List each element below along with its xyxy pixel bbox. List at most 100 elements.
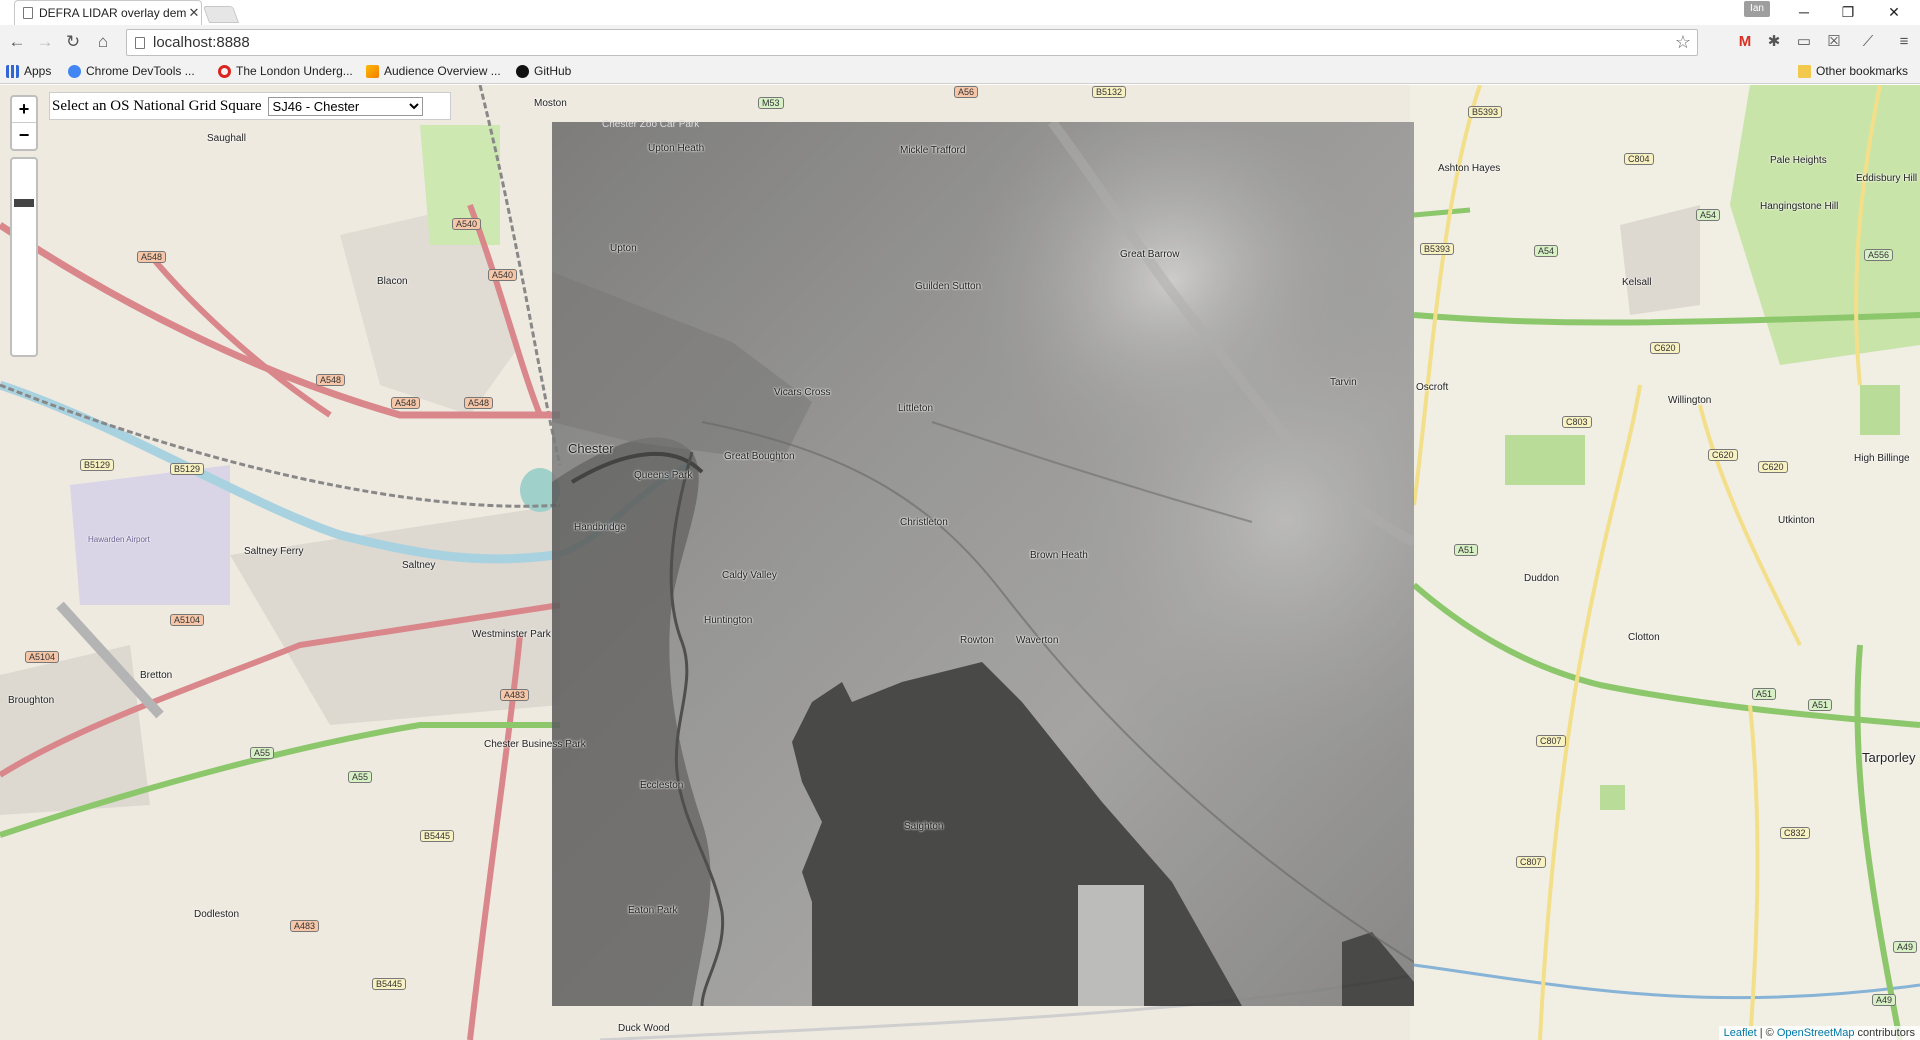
browser-tab[interactable]: DEFRA LIDAR overlay dem ✕ <box>14 0 202 25</box>
road-shield: A51 <box>1808 699 1833 711</box>
forward-icon[interactable]: → <box>34 31 56 53</box>
road-shield: B5129 <box>170 463 205 475</box>
place-label: Queens Park <box>634 470 693 481</box>
restore-button[interactable]: ❐ <box>1826 0 1870 25</box>
road-shield: A548 <box>316 374 346 386</box>
road-shield: A49 <box>1872 994 1897 1006</box>
place-label: Saighton <box>904 821 944 832</box>
place-label: Hangingstone Hill <box>1760 201 1839 212</box>
other-bookmarks[interactable]: Other bookmarks <box>1798 64 1908 78</box>
place-label: Duddon <box>1524 573 1560 584</box>
puzzle-extension-icon[interactable]: ✱ <box>1763 31 1785 53</box>
page-info-icon[interactable] <box>135 36 145 49</box>
place-label: Tarporley <box>1862 750 1916 765</box>
tab-close-button[interactable]: ✕ <box>187 5 201 21</box>
zoom-out-button[interactable]: − <box>12 123 36 149</box>
new-tab-button[interactable] <box>202 6 240 23</box>
place-label: Tarvin <box>1330 377 1357 388</box>
place-label: Hawarden Airport <box>88 535 150 544</box>
road-shield: A5104 <box>25 651 60 663</box>
place-label: Westminster Park <box>472 629 551 640</box>
road-shield: M53 <box>758 97 784 109</box>
road-shield: A55 <box>250 747 275 759</box>
bookmark-label: GitHub <box>534 64 572 78</box>
leaflet-map[interactable]: Moston Saughall Blacon Chester Zoo Car P… <box>0 85 1920 1040</box>
zoom-in-button[interactable]: + <box>12 97 36 123</box>
zoom-slider-knob[interactable] <box>14 199 34 207</box>
back-icon[interactable]: ← <box>6 31 28 53</box>
place-label: Mickle Trafford <box>900 145 966 156</box>
address-bar[interactable]: localhost:8888 ☆ <box>126 29 1698 56</box>
bookmark-devtools[interactable]: Chrome DevTools ... <box>68 64 195 78</box>
attribution-suffix: contributors <box>1854 1027 1915 1039</box>
grid-square-select[interactable]: SJ46 - Chester <box>267 96 423 116</box>
window-titlebar: DEFRA LIDAR overlay dem ✕ Ian ─ ❐ ✕ <box>0 0 1920 25</box>
place-label: Dodleston <box>194 909 240 920</box>
road-shield: A51 <box>1752 688 1777 700</box>
place-label: Chester <box>568 441 614 456</box>
url-text: localhost:8888 <box>153 34 250 51</box>
close-window-button[interactable]: ✕ <box>1872 0 1916 25</box>
menu-icon[interactable]: ≡ <box>1893 31 1915 53</box>
place-label: Willington <box>1668 395 1712 406</box>
place-label: Ashton Hayes <box>1438 163 1501 174</box>
home-icon[interactable]: ⌂ <box>92 31 114 53</box>
attribution-separator: | © <box>1756 1027 1777 1039</box>
road-shield: A51 <box>1454 544 1479 556</box>
bookmark-github[interactable]: GitHub <box>516 64 571 78</box>
place-label: Chester Zoo Car Park <box>602 119 700 130</box>
bookmark-london-underground[interactable]: The London Underg... <box>218 64 353 78</box>
road-shield: A540 <box>452 218 482 230</box>
place-label: Duck Wood <box>618 1023 670 1034</box>
place-label: Eddisbury Hill <box>1856 173 1918 184</box>
grid-square-selector: Select an OS National Grid Square SJ46 -… <box>49 92 451 120</box>
user-profile-badge[interactable]: Ian <box>1744 1 1770 17</box>
bookmark-label: Audience Overview ... <box>384 64 501 78</box>
wand-extension-icon[interactable]: ⟋ <box>1857 31 1879 53</box>
minimize-button[interactable]: ─ <box>1782 0 1826 25</box>
gmail-extension-icon[interactable]: M <box>1734 31 1756 53</box>
place-label: Vicars Cross <box>774 387 831 398</box>
apps-grid-icon <box>6 64 19 78</box>
road-shield: A55 <box>348 771 373 783</box>
reload-icon[interactable]: ↻ <box>62 31 84 53</box>
road-shield: C807 <box>1536 735 1566 747</box>
road-shield: A556 <box>1864 249 1894 261</box>
road-shield: A540 <box>488 269 518 281</box>
openstreetmap-link[interactable]: OpenStreetMap <box>1777 1027 1855 1039</box>
cast-icon[interactable]: ▭ <box>1793 31 1815 53</box>
road-shield: B5445 <box>420 830 455 842</box>
place-label: Kelsall <box>1622 277 1652 288</box>
road-shield: A54 <box>1696 209 1721 221</box>
road-shield: B5393 <box>1420 243 1455 255</box>
tab-title: DEFRA LIDAR overlay dem <box>39 6 187 20</box>
road-shield: A5104 <box>170 614 205 626</box>
map-attribution: Leaflet | © OpenStreetMap contributors <box>1718 1026 1920 1040</box>
other-bookmarks-label: Other bookmarks <box>1816 64 1909 78</box>
place-label: Huntington <box>704 615 753 626</box>
place-label: Eaton Park <box>628 905 678 916</box>
place-label: Eccleston <box>640 780 684 791</box>
place-label: Blacon <box>377 276 408 287</box>
grid-square-label: Select an OS National Grid Square <box>52 97 262 114</box>
road-shield: C620 <box>1650 342 1680 354</box>
bookmark-apps[interactable]: Apps <box>6 64 51 78</box>
road-shield: C807 <box>1516 856 1546 868</box>
browser-toolbar: ← → ↻ ⌂ localhost:8888 ☆ M ✱ ▭ ☒ ⟋ ≡ <box>0 25 1920 60</box>
road-shield: A483 <box>500 689 530 701</box>
place-label: Littleton <box>898 403 934 414</box>
zoom-slider[interactable] <box>10 157 38 357</box>
bookmark-star-icon[interactable]: ☆ <box>1675 32 1691 53</box>
road-shield: C804 <box>1624 153 1654 165</box>
page-icon <box>23 7 33 19</box>
place-label: Pale Heights <box>1770 155 1827 166</box>
place-label: Rowton <box>960 635 994 646</box>
tfl-roundel-icon <box>218 64 231 78</box>
bookmark-label: Chrome DevTools ... <box>86 64 195 78</box>
devtools-gear-icon <box>68 64 81 78</box>
place-label: Saltney Ferry <box>244 546 304 557</box>
folder-icon <box>1798 64 1811 78</box>
x-extension-icon[interactable]: ☒ <box>1823 31 1845 53</box>
bookmark-audience-overview[interactable]: Audience Overview ... <box>366 64 501 78</box>
leaflet-link[interactable]: Leaflet <box>1724 1027 1757 1039</box>
